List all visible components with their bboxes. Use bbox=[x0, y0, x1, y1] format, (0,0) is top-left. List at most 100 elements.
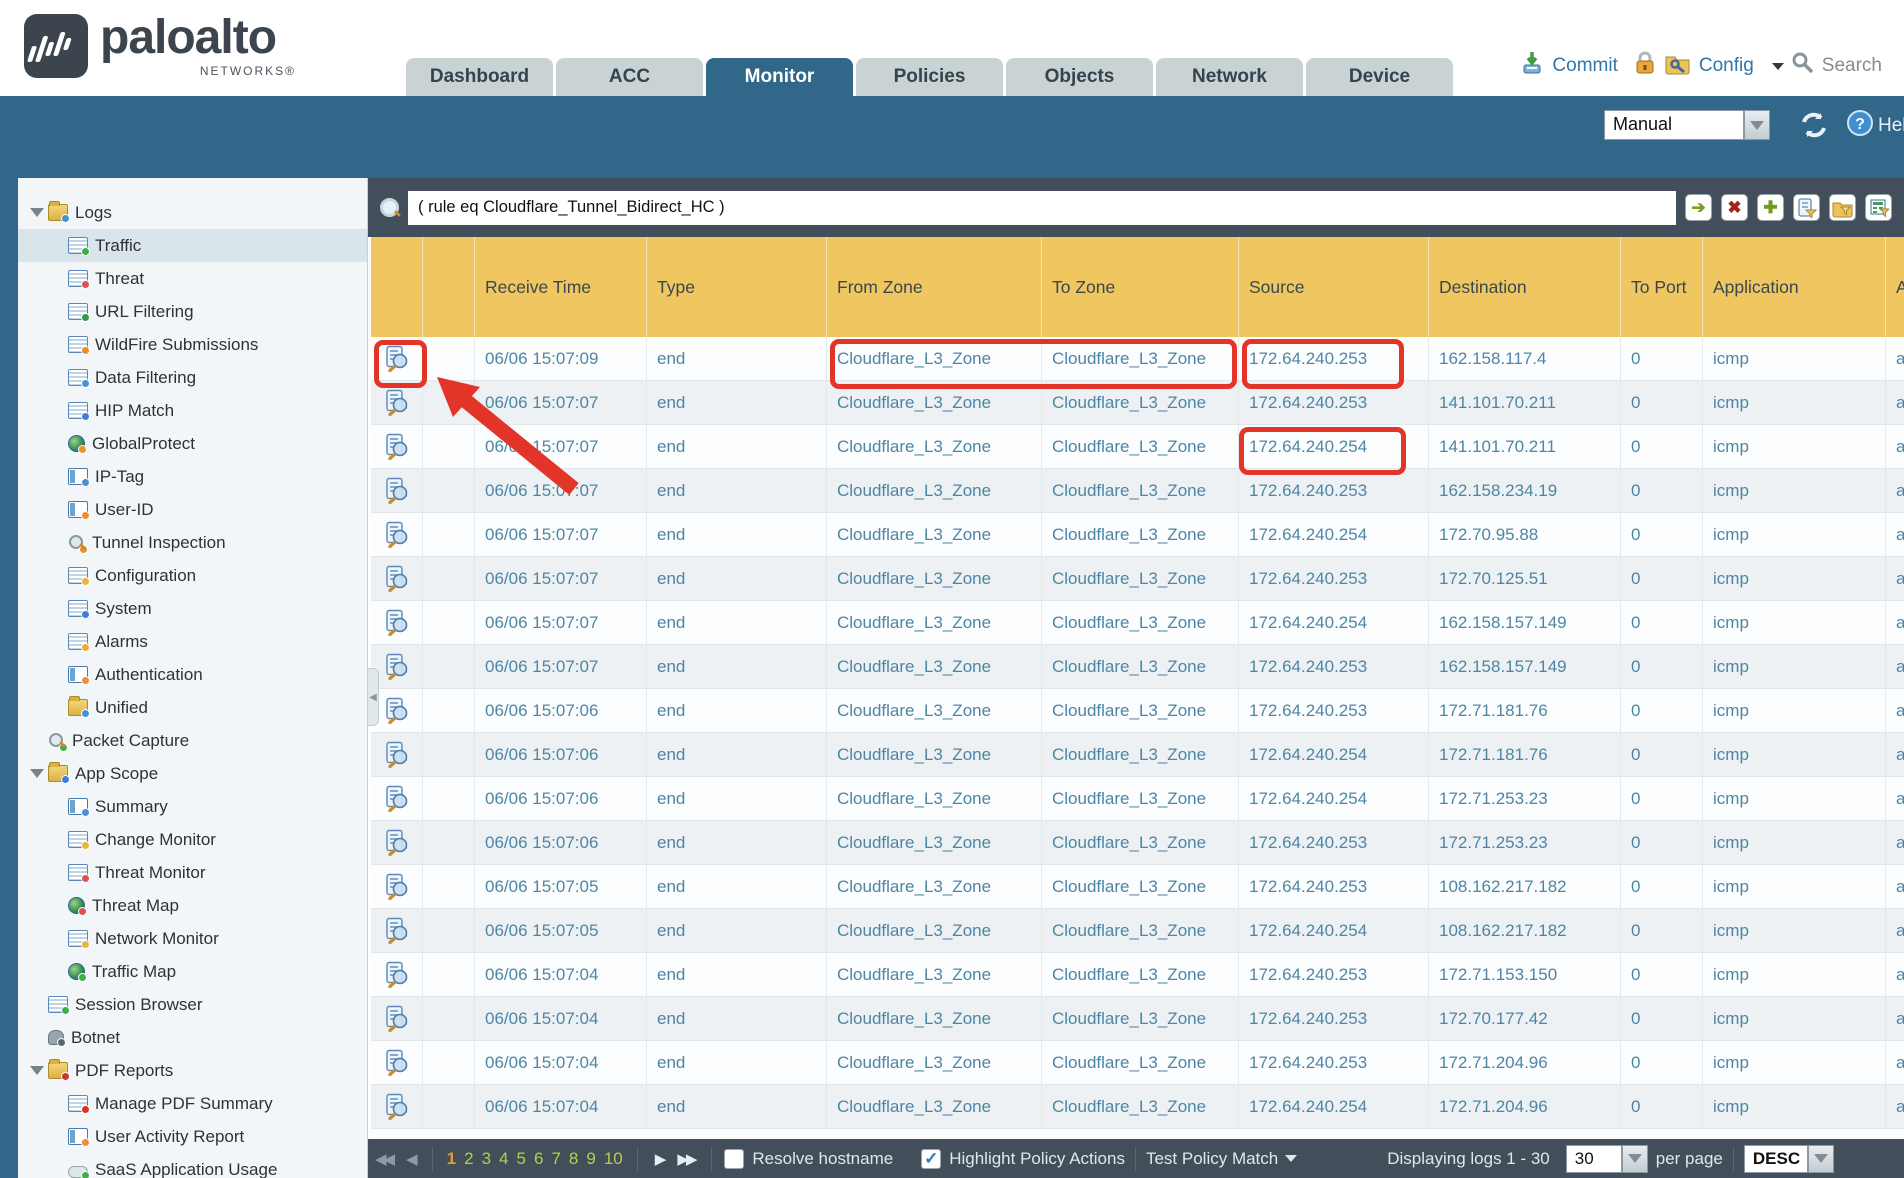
cell-action[interactable]: a bbox=[1885, 1041, 1904, 1084]
cell-receive-time[interactable]: 06/06 15:07:07 bbox=[474, 601, 646, 644]
sidebar-item-wildfire-submissions[interactable]: WildFire Submissions bbox=[18, 328, 367, 361]
page-1[interactable]: 1 bbox=[447, 1149, 456, 1168]
cell-application[interactable]: icmp bbox=[1702, 337, 1885, 380]
col-header-type[interactable]: Type bbox=[646, 237, 826, 337]
col-header-source[interactable]: Source bbox=[1238, 237, 1428, 337]
tab-policies[interactable]: Policies bbox=[856, 58, 1003, 96]
cell-type[interactable]: end bbox=[646, 425, 826, 468]
cell-application[interactable]: icmp bbox=[1702, 865, 1885, 908]
cell-source[interactable]: 172.64.240.253 bbox=[1238, 953, 1428, 996]
cell-to-port[interactable]: 0 bbox=[1620, 557, 1702, 600]
cell-to-port[interactable]: 0 bbox=[1620, 1085, 1702, 1128]
log-detail-icon[interactable] bbox=[371, 997, 422, 1040]
cell-action[interactable]: a bbox=[1885, 337, 1904, 380]
cell-from-zone[interactable]: Cloudflare_L3_Zone bbox=[826, 381, 1041, 424]
cell-to-zone[interactable]: Cloudflare_L3_Zone bbox=[1041, 513, 1238, 556]
cell-application[interactable]: icmp bbox=[1702, 381, 1885, 424]
cell-receive-time[interactable]: 06/06 15:07:07 bbox=[474, 557, 646, 600]
cell-receive-time[interactable]: 06/06 15:07:04 bbox=[474, 953, 646, 996]
log-detail-icon[interactable] bbox=[371, 601, 422, 644]
col-header-to-port[interactable]: To Port bbox=[1620, 237, 1702, 337]
cell-to-port[interactable]: 0 bbox=[1620, 689, 1702, 732]
cell-to-port[interactable]: 0 bbox=[1620, 469, 1702, 512]
cell-application[interactable]: icmp bbox=[1702, 777, 1885, 820]
cell-receive-time[interactable]: 06/06 15:07:06 bbox=[474, 733, 646, 776]
cell-application[interactable]: icmp bbox=[1702, 425, 1885, 468]
cell-type[interactable]: end bbox=[646, 733, 826, 776]
log-detail-icon[interactable] bbox=[371, 557, 422, 600]
cell-destination[interactable]: 108.162.217.182 bbox=[1428, 909, 1620, 952]
tab-network[interactable]: Network bbox=[1156, 58, 1303, 96]
lock-icon[interactable] bbox=[1633, 50, 1657, 82]
cell-action[interactable]: a bbox=[1885, 865, 1904, 908]
cell-to-zone[interactable]: Cloudflare_L3_Zone bbox=[1041, 381, 1238, 424]
cell-action[interactable]: a bbox=[1885, 909, 1904, 952]
cell-from-zone[interactable]: Cloudflare_L3_Zone bbox=[826, 865, 1041, 908]
cell-source[interactable]: 172.64.240.254 bbox=[1238, 733, 1428, 776]
cell-receive-time[interactable]: 06/06 15:07:06 bbox=[474, 821, 646, 864]
cell-to-zone[interactable]: Cloudflare_L3_Zone bbox=[1041, 689, 1238, 732]
sidebar-item-traffic-map[interactable]: Traffic Map bbox=[18, 955, 367, 988]
cell-source[interactable]: 172.64.240.254 bbox=[1238, 1085, 1428, 1128]
first-page-icon[interactable]: ◀◀ bbox=[375, 1150, 392, 1168]
cell-action[interactable]: a bbox=[1885, 1085, 1904, 1128]
cell-to-zone[interactable]: Cloudflare_L3_Zone bbox=[1041, 645, 1238, 688]
sidebar-item-traffic[interactable]: Traffic bbox=[18, 229, 367, 262]
cell-type[interactable]: end bbox=[646, 601, 826, 644]
page-7[interactable]: 7 bbox=[551, 1149, 560, 1168]
col-header-from-zone[interactable]: From Zone bbox=[826, 237, 1041, 337]
cell-to-zone[interactable]: Cloudflare_L3_Zone bbox=[1041, 469, 1238, 512]
cell-action[interactable]: a bbox=[1885, 777, 1904, 820]
load-filter-icon[interactable] bbox=[1829, 194, 1856, 221]
tab-acc[interactable]: ACC bbox=[556, 58, 703, 96]
cell-to-port[interactable]: 0 bbox=[1620, 733, 1702, 776]
cell-receive-time[interactable]: 06/06 15:07:06 bbox=[474, 689, 646, 732]
cell-destination[interactable]: 162.158.157.149 bbox=[1428, 645, 1620, 688]
page-10[interactable]: 10 bbox=[604, 1149, 623, 1168]
cell-action[interactable]: a bbox=[1885, 601, 1904, 644]
cell-source[interactable]: 172.64.240.254 bbox=[1238, 777, 1428, 820]
cell-destination[interactable]: 172.70.125.51 bbox=[1428, 557, 1620, 600]
cell-receive-time[interactable]: 06/06 15:07:07 bbox=[474, 513, 646, 556]
cell-to-port[interactable]: 0 bbox=[1620, 997, 1702, 1040]
page-3[interactable]: 3 bbox=[482, 1149, 491, 1168]
cell-application[interactable]: icmp bbox=[1702, 733, 1885, 776]
cell-receive-time[interactable]: 06/06 15:07:07 bbox=[474, 645, 646, 688]
cell-application[interactable]: icmp bbox=[1702, 1041, 1885, 1084]
log-detail-icon[interactable] bbox=[371, 381, 422, 424]
cell-destination[interactable]: 172.71.181.76 bbox=[1428, 733, 1620, 776]
commit-button[interactable]: Commit bbox=[1552, 55, 1617, 77]
refresh-mode-select[interactable]: Manual bbox=[1604, 110, 1744, 140]
cell-type[interactable]: end bbox=[646, 645, 826, 688]
cell-from-zone[interactable]: Cloudflare_L3_Zone bbox=[826, 337, 1041, 380]
col-header-to-zone[interactable]: To Zone bbox=[1041, 237, 1238, 337]
sidebar-item-threat-map[interactable]: Threat Map bbox=[18, 889, 367, 922]
expander-icon[interactable] bbox=[30, 769, 44, 778]
cell-from-zone[interactable]: Cloudflare_L3_Zone bbox=[826, 953, 1041, 996]
sidebar-item-threat-monitor[interactable]: Threat Monitor bbox=[18, 856, 367, 889]
cell-to-port[interactable]: 0 bbox=[1620, 337, 1702, 380]
log-detail-icon[interactable] bbox=[371, 865, 422, 908]
expander-icon[interactable] bbox=[30, 1066, 44, 1075]
cell-action[interactable]: a bbox=[1885, 425, 1904, 468]
sidebar-item-authentication[interactable]: Authentication bbox=[18, 658, 367, 691]
log-detail-icon[interactable] bbox=[371, 425, 422, 468]
cell-receive-time[interactable]: 06/06 15:07:05 bbox=[474, 909, 646, 952]
tab-monitor[interactable]: Monitor bbox=[706, 58, 853, 96]
cell-source[interactable]: 172.64.240.254 bbox=[1238, 909, 1428, 952]
cell-destination[interactable]: 162.158.117.4 bbox=[1428, 337, 1620, 380]
cell-application[interactable]: icmp bbox=[1702, 997, 1885, 1040]
cell-action[interactable]: a bbox=[1885, 733, 1904, 776]
cell-application[interactable]: icmp bbox=[1702, 645, 1885, 688]
log-detail-icon[interactable] bbox=[371, 337, 422, 380]
cell-destination[interactable]: 108.162.217.182 bbox=[1428, 865, 1620, 908]
cell-to-zone[interactable]: Cloudflare_L3_Zone bbox=[1041, 821, 1238, 864]
cell-source[interactable]: 172.64.240.253 bbox=[1238, 997, 1428, 1040]
test-policy-match-button[interactable]: Test Policy Match bbox=[1146, 1149, 1278, 1169]
cell-to-port[interactable]: 0 bbox=[1620, 513, 1702, 556]
resolve-hostname-checkbox[interactable] bbox=[724, 1149, 744, 1169]
tab-device[interactable]: Device bbox=[1306, 58, 1453, 96]
cell-from-zone[interactable]: Cloudflare_L3_Zone bbox=[826, 909, 1041, 952]
cell-source[interactable]: 172.64.240.254 bbox=[1238, 513, 1428, 556]
per-page-select[interactable]: 30 bbox=[1566, 1145, 1622, 1173]
